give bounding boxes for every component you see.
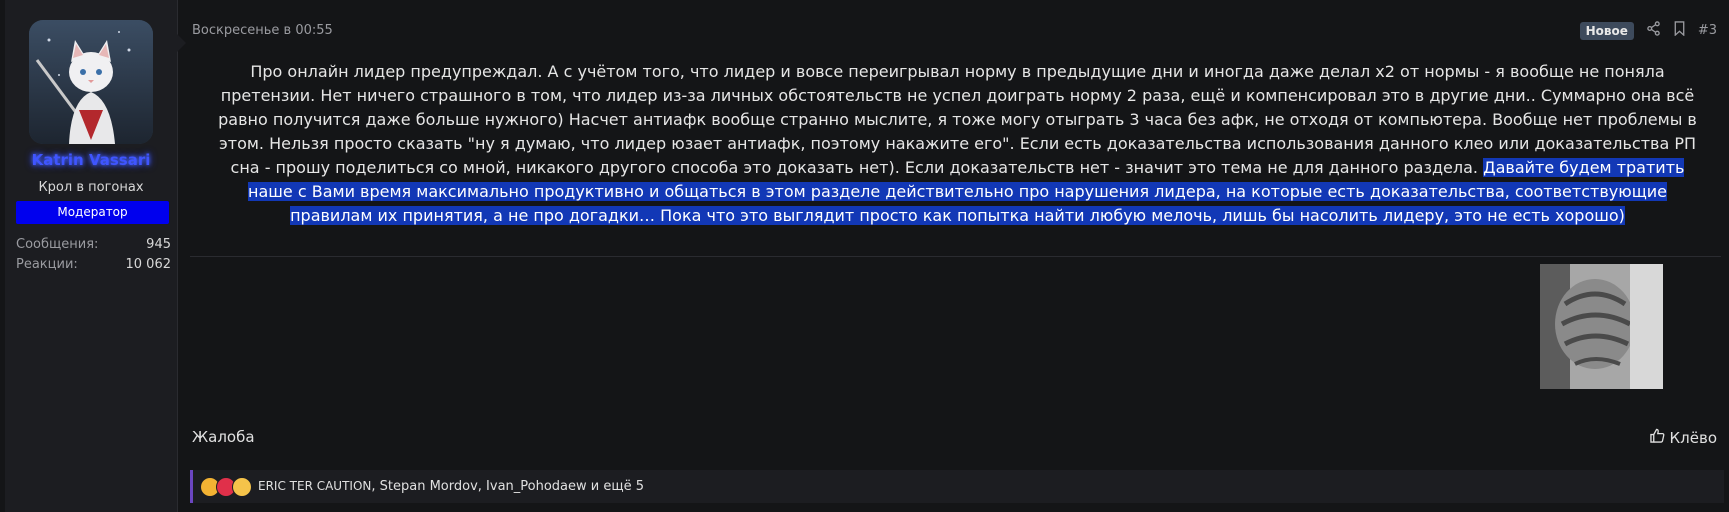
- thumbs-up-icon: [1649, 428, 1665, 447]
- post-line: равно получится даже больше нужного) Нас…: [190, 108, 1725, 132]
- post-text: этом. Нельзя просто сказать "ну я думаю,…: [218, 134, 1697, 153]
- post-line: наше с Вами время максимально продуктивн…: [190, 180, 1725, 204]
- stat-value: 10 062: [125, 257, 172, 272]
- stat-reactions: Реакции: 10 062: [16, 257, 171, 272]
- user-panel: Katrin Vassari Крол в погонах Модератор …: [5, 0, 186, 512]
- selected-text: правилам их принятия, а не про догадки… …: [290, 206, 1625, 225]
- post-text: сна - прошу поделиться со мной, никакого…: [230, 158, 1479, 177]
- stat-messages: Сообщения: 945: [16, 237, 171, 252]
- post-header-actions: Новое #3: [1579, 21, 1717, 40]
- avatar-image: [29, 20, 153, 144]
- post-main: Воскресенье в 00:55 Новое #3 Про онлайн …: [190, 0, 1725, 512]
- stat-label: Сообщения:: [16, 237, 99, 252]
- post-date[interactable]: Воскресенье в 00:55: [192, 23, 333, 38]
- avatar[interactable]: [29, 20, 153, 144]
- post-line: Про онлайн лидер предупреждал. А с учёто…: [190, 60, 1725, 84]
- post-line: правилам их принятия, а не про догадки… …: [190, 204, 1725, 228]
- post-text: равно получится даже больше нужного) Нас…: [218, 110, 1697, 129]
- user-title: Крол в погонах: [38, 180, 144, 195]
- attachment-thumbnail[interactable]: [1540, 264, 1663, 389]
- post-number[interactable]: #3: [1698, 23, 1717, 38]
- new-badge: Новое: [1579, 21, 1634, 40]
- reaction-others[interactable]: , Stepan Mordov, Ivan_Pohodaew и ещё 5: [371, 479, 644, 494]
- reactions-bar[interactable]: ERIC TER CAUTION, Stepan Mordov, Ivan_Po…: [190, 470, 1724, 503]
- attachment-divider: [190, 256, 1721, 257]
- username[interactable]: Katrin Vassari: [5, 151, 177, 169]
- selected-text: Давайте будем тратить: [1483, 158, 1685, 177]
- post-line: претензии. Нет ничего страшного в том, ч…: [190, 84, 1725, 108]
- like-label: Клёво: [1669, 428, 1717, 447]
- post-line: сна - прошу поделиться со мной, никакого…: [190, 156, 1725, 180]
- bookmark-icon[interactable]: [1673, 21, 1686, 40]
- share-icon[interactable]: [1646, 21, 1661, 40]
- report-link[interactable]: Жалоба: [192, 428, 255, 446]
- stat-label: Реакции:: [16, 257, 78, 272]
- post-line: этом. Нельзя просто сказать "ну я думаю,…: [190, 132, 1725, 156]
- post-text: претензии. Нет ничего страшного в том, ч…: [220, 86, 1695, 105]
- like-button[interactable]: Клёво: [1649, 428, 1717, 447]
- user-panel-arrow: [177, 34, 186, 52]
- post-text: Про онлайн лидер предупреждал. А с учёто…: [250, 62, 1665, 81]
- selected-text: наше с Вами время максимально продуктивн…: [248, 182, 1667, 201]
- role-badge: Модератор: [16, 201, 169, 224]
- stat-value: 945: [146, 237, 171, 252]
- cat-photo-image: [1540, 264, 1663, 389]
- reaction-user[interactable]: ERIC TER CAUTION: [258, 479, 371, 493]
- laughing-icon: [232, 476, 252, 497]
- message-post: Katrin Vassari Крол в погонах Модератор …: [0, 0, 1729, 512]
- reaction-users[interactable]: ERIC TER CAUTION, Stepan Mordov, Ivan_Po…: [258, 479, 644, 494]
- reaction-icons: [200, 476, 252, 497]
- post-body: Про онлайн лидер предупреждал. А с учёто…: [190, 60, 1725, 228]
